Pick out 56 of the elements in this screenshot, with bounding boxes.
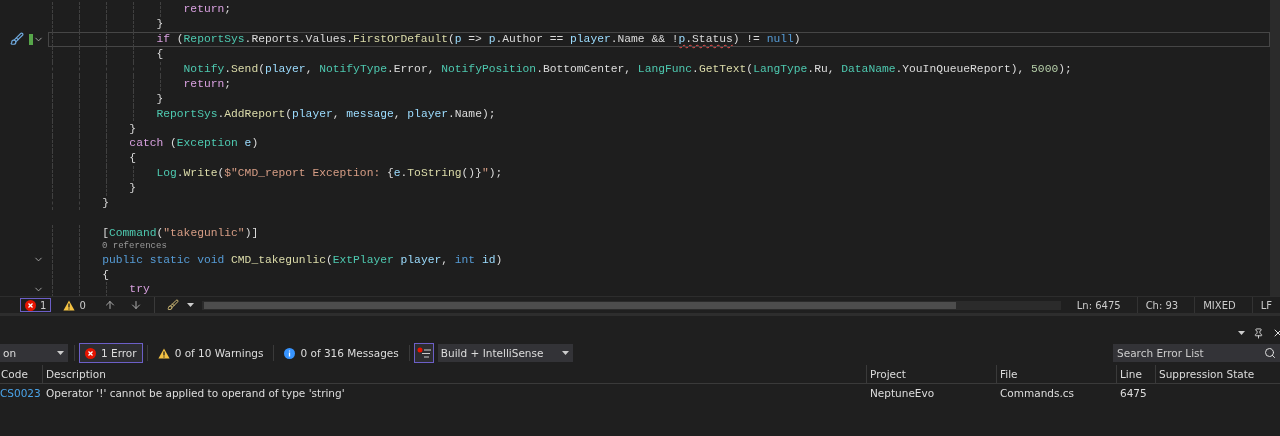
error-icon <box>25 299 36 311</box>
column-header[interactable]: Description <box>42 365 866 384</box>
code-line: { <box>155 48 164 61</box>
column-header[interactable]: Line <box>1116 365 1155 384</box>
filter-list-icon <box>416 347 431 359</box>
code-line: ReportSys.AddReport(player, message, player.Name); <box>155 107 496 120</box>
code-line: return; <box>182 3 232 16</box>
brush-icon[interactable] <box>166 299 179 311</box>
table-cell-text: Operator '!' cannot be applied to operand of type 'string' <box>45 386 346 401</box>
code-line: try <box>128 283 150 296</box>
error-icon <box>85 347 96 359</box>
column-header[interactable]: File <box>996 365 1116 384</box>
build-source-dropdown[interactable]: Build + IntelliSense <box>437 344 573 362</box>
code-line: } <box>155 18 164 31</box>
code-line: } <box>155 92 164 105</box>
horizontal-scrollbar[interactable] <box>201 300 1061 310</box>
line-indicator: Ln: 6475 <box>1075 298 1122 313</box>
scope-dropdown[interactable]: on <box>0 344 68 362</box>
error-code-link[interactable]: CS0023 <box>0 384 42 402</box>
code-line: catch (Exception e) <box>128 137 259 150</box>
table-cell-text: 6475 <box>1119 386 1148 401</box>
code-line: } <box>101 197 109 209</box>
column-header[interactable]: Code <box>0 365 42 384</box>
references-codelens[interactable]: 0 references <box>48 241 167 252</box>
table-cell-text: Commands.cs <box>999 386 1076 401</box>
warning-count-button[interactable]: 0 <box>59 298 90 312</box>
error-filter-button[interactable]: 1 Error <box>79 343 143 363</box>
code-line: { <box>101 268 109 281</box>
message-filter-button[interactable]: 0 of 316 Messages <box>278 343 405 363</box>
code-line: Notify.Send(player, NotifyType.Error, NotifyPosition.BottomCenter, LangFunc.GetText(LangType.Ru, DataName.YouInQueueReport), 5000); <box>182 63 1072 75</box>
code-line: public static void CMD_takegunlic(ExtPlayer player, int id) <box>101 253 503 266</box>
code-line: } <box>128 182 137 195</box>
search-field[interactable]: Search Error List <box>1113 344 1280 362</box>
table-cell-text: NeptuneEvo <box>869 386 936 401</box>
code-line: { <box>128 152 137 165</box>
info-icon <box>284 347 296 359</box>
code-line: if (ReportSys.Reports.Values.FirstOrDefault(p => p.Author == player.Name && !p.Status) != null) <box>155 33 801 46</box>
dropdown-caret-icon <box>57 351 64 355</box>
pin-icon[interactable] <box>1253 327 1264 339</box>
warning-filter-button[interactable]: 0 of 10 Warnings <box>151 343 270 363</box>
column-header[interactable]: Suppression State <box>1155 365 1280 384</box>
next-arrow-icon[interactable] <box>129 299 142 311</box>
previous-arrow-icon[interactable] <box>103 299 116 311</box>
warning-icon <box>157 347 170 359</box>
code-line: return; <box>182 77 232 90</box>
dropdown-caret-icon <box>186 303 194 307</box>
panel-menu-caret-icon <box>1238 331 1245 335</box>
dropdown-caret-icon <box>561 351 569 355</box>
error-count-button[interactable]: 1 <box>20 298 52 312</box>
code-line: [Command("takegunlic")] <box>101 226 259 239</box>
code-line: Log.Write($"CMD_report Exception: {e.ToString()}"); <box>155 167 503 180</box>
filter-toggle-button[interactable] <box>413 343 434 363</box>
code-line: } <box>128 122 137 135</box>
search-icon[interactable] <box>1264 347 1276 359</box>
brush-icon[interactable] <box>10 32 24 47</box>
column-header[interactable]: Project <box>866 365 996 384</box>
